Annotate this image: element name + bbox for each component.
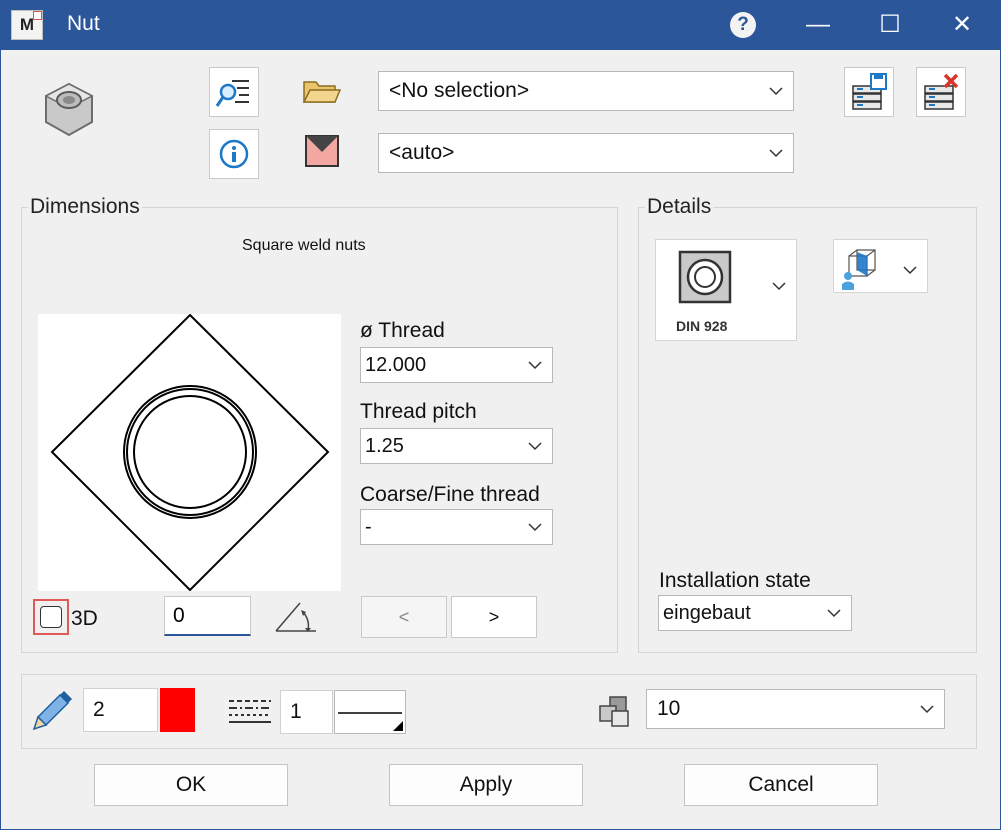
pen-color-swatch[interactable]: [160, 688, 195, 732]
maximize-button[interactable]: ☐: [860, 0, 920, 50]
previous-button[interactable]: <: [361, 596, 447, 638]
title-bar: M Nut ? — ☐ ✕: [0, 0, 1001, 50]
database-delete-icon: [924, 73, 959, 110]
view-cube-icon: [842, 249, 876, 290]
window-title: Nut: [67, 12, 100, 35]
minimize-button[interactable]: —: [788, 0, 848, 50]
thread-value: 12.000: [365, 354, 427, 376]
delete-database-button[interactable]: [916, 67, 966, 117]
auto-value: <auto>: [389, 141, 455, 164]
details-label: Details: [645, 195, 714, 219]
apply-button[interactable]: Apply: [389, 764, 583, 806]
din-label: DIN 928: [676, 318, 728, 334]
installation-state-value: eingebaut: [663, 602, 751, 624]
installation-state-combo[interactable]: eingebaut: [658, 595, 852, 631]
pen-thickness-input[interactable]: 2: [83, 688, 158, 732]
view-mode-selector[interactable]: [833, 239, 928, 293]
coarse-fine-combo[interactable]: -: [360, 509, 553, 545]
checkbox-3d[interactable]: [40, 606, 62, 628]
chevron-down-icon: [827, 596, 841, 618]
chevron-down-icon: [528, 510, 542, 532]
dimensions-label: Dimensions: [28, 195, 142, 219]
nut-type-caption: Square weld nuts: [242, 237, 366, 254]
square-weld-nut-drawing: [50, 313, 330, 592]
chevron-down-icon: [903, 262, 917, 280]
checkbox-3d-label: 3D: [71, 607, 98, 630]
selection-combo[interactable]: <No selection>: [378, 71, 794, 111]
chevron-down-icon: [528, 429, 542, 451]
close-button[interactable]: ✕: [932, 0, 992, 50]
list-search-button[interactable]: [209, 67, 259, 117]
chevron-down-icon: [920, 690, 934, 714]
database-save-icon: [852, 73, 887, 110]
help-icon: ?: [730, 12, 756, 38]
nut-icon: [44, 82, 94, 137]
checkbox-3d-highlight: [33, 599, 69, 635]
chevron-down-icon: [769, 134, 783, 158]
app-icon: M: [11, 10, 43, 40]
layer-combo[interactable]: 10: [646, 689, 945, 729]
save-database-button[interactable]: [844, 67, 894, 117]
pen-icon: [32, 691, 72, 731]
thread-combo[interactable]: 12.000: [360, 347, 553, 383]
auto-combo[interactable]: <auto>: [378, 133, 794, 173]
app-icon-letter: M: [19, 15, 35, 34]
info-icon: [219, 139, 249, 169]
dialog-client: <No selection> <auto> Dimensions Square …: [1, 50, 1000, 829]
thread-label: ø Thread: [360, 319, 445, 342]
line-style-icon: [338, 712, 403, 731]
line-style-selector[interactable]: [334, 690, 406, 734]
coarse-fine-label: Coarse/Fine thread: [360, 483, 540, 506]
nut-preview: [38, 313, 341, 592]
list-search-icon: [215, 80, 249, 107]
ok-button[interactable]: OK: [94, 764, 288, 806]
line-type-icon: [229, 700, 271, 723]
help-button[interactable]: ?: [713, 0, 773, 50]
selection-value: <No selection>: [389, 79, 530, 102]
layer-value: 10: [657, 697, 681, 720]
layer-icon: [599, 696, 629, 727]
pitch-combo[interactable]: 1.25: [360, 428, 553, 464]
folder-icon[interactable]: [302, 76, 342, 106]
next-button[interactable]: >: [451, 596, 537, 638]
line-type-input[interactable]: 1: [280, 690, 333, 734]
pitch-label: Thread pitch: [360, 400, 477, 423]
din-standard-selector[interactable]: DIN 928: [655, 239, 797, 341]
cancel-button[interactable]: Cancel: [684, 764, 878, 806]
angle-input[interactable]: 0: [164, 596, 251, 636]
din-nut-icon: [678, 250, 732, 304]
info-button[interactable]: [209, 129, 259, 179]
angle-icon[interactable]: [274, 600, 318, 634]
chevron-down-icon: [528, 348, 542, 370]
color-material-icon[interactable]: [305, 134, 339, 168]
coarse-fine-value: -: [365, 516, 372, 538]
installation-state-label: Installation state: [659, 569, 811, 592]
pitch-value: 1.25: [365, 435, 404, 457]
chevron-down-icon: [772, 278, 786, 296]
nut-dialog: M Nut ? — ☐ ✕ <No selection> <auto> Dime…: [0, 0, 1001, 830]
chevron-down-icon: [769, 72, 783, 96]
